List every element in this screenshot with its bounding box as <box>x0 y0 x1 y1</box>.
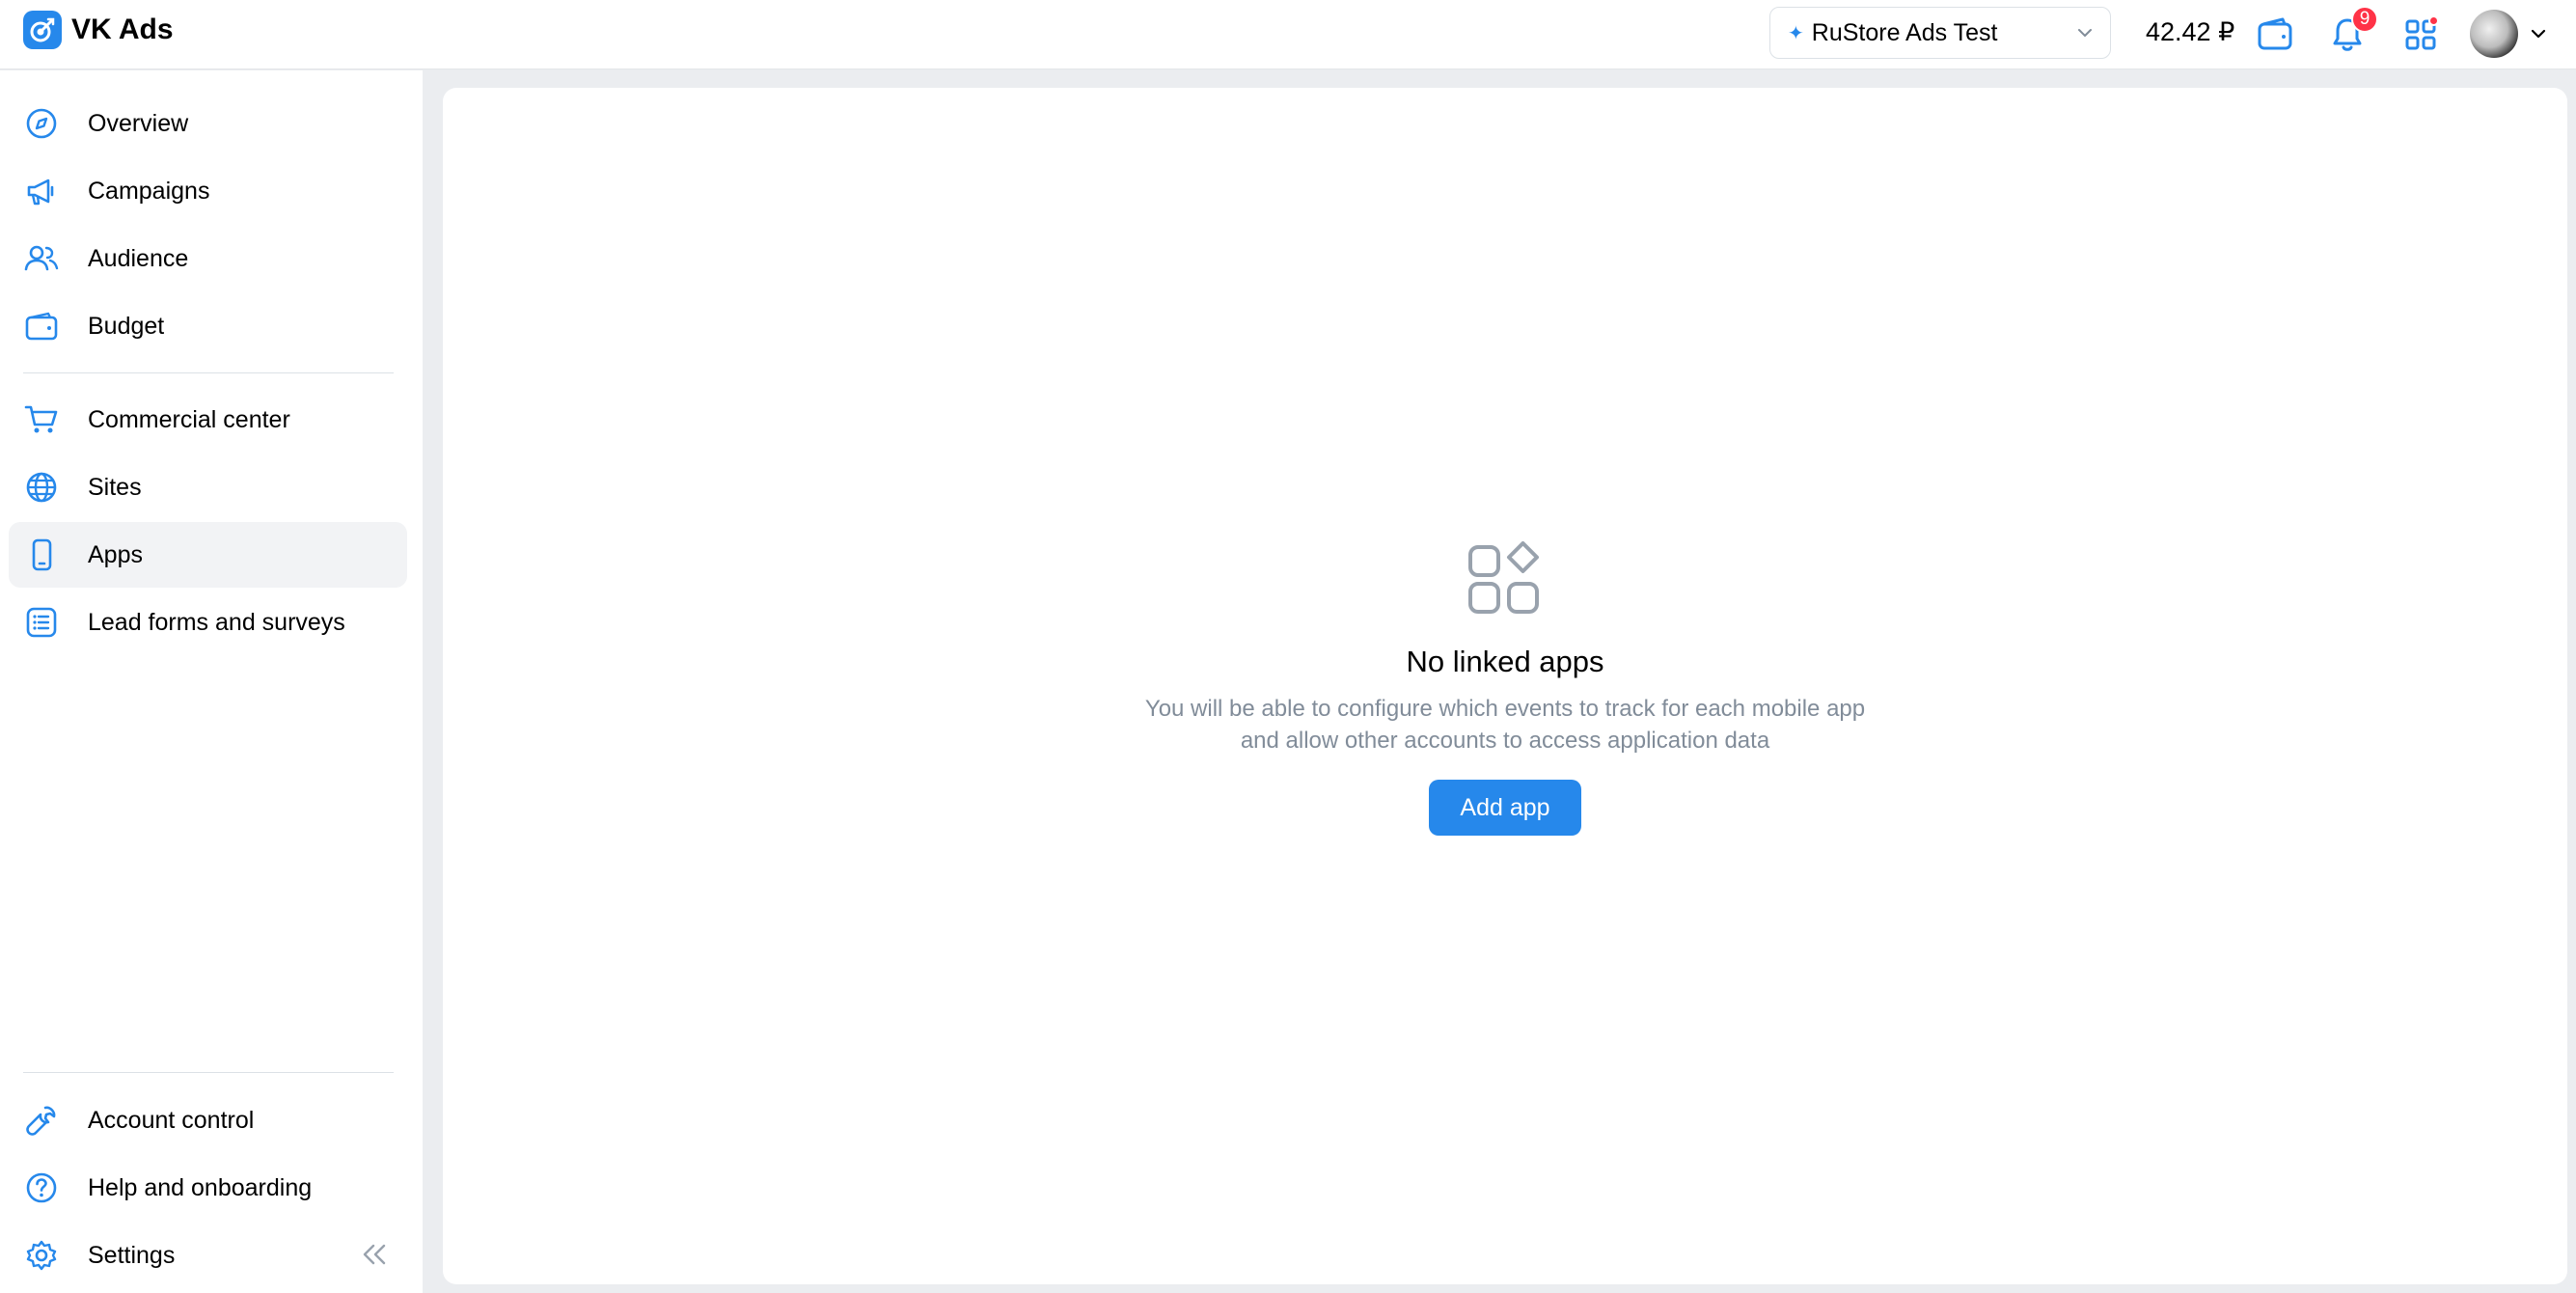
chevron-down-icon <box>2531 29 2546 39</box>
sidebar-divider <box>23 372 394 373</box>
sidebar-item-label: Budget <box>88 312 165 340</box>
balance[interactable]: 42.42 ₽ <box>2146 17 2234 47</box>
sidebar-item-label: Apps <box>88 540 143 568</box>
sidebar-item-budget[interactable]: Budget <box>9 293 407 359</box>
profile-menu[interactable] <box>2470 10 2549 58</box>
empty-state-description-line: You will be able to configure which even… <box>1144 696 1866 722</box>
sidebar-item-help[interactable]: Help and onboarding <box>9 1155 407 1221</box>
sidebar-item-settings[interactable]: Settings <box>9 1223 407 1288</box>
gear-icon <box>24 1238 59 1273</box>
sidebar-item-label: Commercial center <box>88 405 290 433</box>
list-icon <box>24 605 59 640</box>
empty-state: No linked apps You will be able to confi… <box>443 541 2567 836</box>
wrench-icon <box>24 1103 59 1138</box>
new-indicator-dot <box>2428 15 2439 26</box>
sidebar-item-label: Settings <box>88 1241 176 1269</box>
vk-ads-logo-icon <box>23 11 62 49</box>
sidebar: Overview Campaigns Audience Budget Comme… <box>0 70 423 1293</box>
collapse-sidebar-button[interactable] <box>357 1237 392 1272</box>
empty-state-title: No linked apps <box>1406 645 1604 678</box>
sidebar-item-lead-forms[interactable]: Lead forms and surveys <box>9 590 407 655</box>
empty-state-description-line: and allow other accounts to access appli… <box>1240 728 1770 754</box>
sidebar-item-label: Campaigns <box>88 177 210 205</box>
sidebar-divider <box>23 1072 394 1073</box>
account-select[interactable]: ✦ RuStore Ads Test <box>1769 7 2111 59</box>
smartphone-icon <box>24 537 59 572</box>
notification-badge: 9 <box>2351 6 2378 33</box>
top-header: VK Ads ✦ RuStore Ads Test 42.42 ₽ 9 <box>0 0 2576 69</box>
sidebar-item-account-control[interactable]: Account control <box>9 1087 407 1153</box>
users-icon <box>24 241 59 276</box>
sidebar-item-label: Account control <box>88 1106 255 1134</box>
chevron-down-icon <box>2078 29 2092 37</box>
sparkle-icon: ✦ <box>1788 22 1804 44</box>
wallet-button[interactable] <box>2254 14 2296 56</box>
cart-icon <box>24 402 59 437</box>
wallet-icon <box>2258 17 2292 50</box>
account-name: RuStore Ads Test <box>1811 18 1998 46</box>
logo[interactable]: VK Ads <box>23 11 174 49</box>
sidebar-item-audience[interactable]: Audience <box>9 226 407 291</box>
double-chevron-left-icon <box>363 1244 386 1265</box>
megaphone-icon <box>24 174 59 208</box>
sidebar-item-sites[interactable]: Sites <box>9 454 407 520</box>
sidebar-item-commercial-center[interactable]: Commercial center <box>9 387 407 453</box>
add-app-button[interactable]: Add app <box>1429 780 1581 836</box>
globe-icon <box>24 470 59 505</box>
sidebar-item-campaigns[interactable]: Campaigns <box>9 158 407 224</box>
sidebar-item-label: Overview <box>88 109 189 137</box>
question-icon <box>24 1170 59 1205</box>
avatar <box>2470 10 2518 58</box>
sidebar-item-label: Lead forms and surveys <box>88 608 345 636</box>
empty-state-description: You will be able to configure which even… <box>443 693 2567 757</box>
wallet-icon <box>24 309 59 344</box>
sidebar-item-overview[interactable]: Overview <box>9 91 407 156</box>
sidebar-item-label: Help and onboarding <box>88 1173 313 1201</box>
sidebar-item-apps[interactable]: Apps <box>9 522 407 588</box>
notifications-button[interactable]: 9 <box>2326 6 2378 56</box>
compass-icon <box>24 106 59 141</box>
apps-placeholder-icon <box>1468 541 1539 614</box>
sidebar-item-label: Audience <box>88 244 189 272</box>
sidebar-item-label: Sites <box>88 473 142 501</box>
main-content: No linked apps You will be able to confi… <box>443 88 2567 1284</box>
services-button[interactable] <box>2399 14 2442 56</box>
logo-text: VK Ads <box>71 14 174 45</box>
